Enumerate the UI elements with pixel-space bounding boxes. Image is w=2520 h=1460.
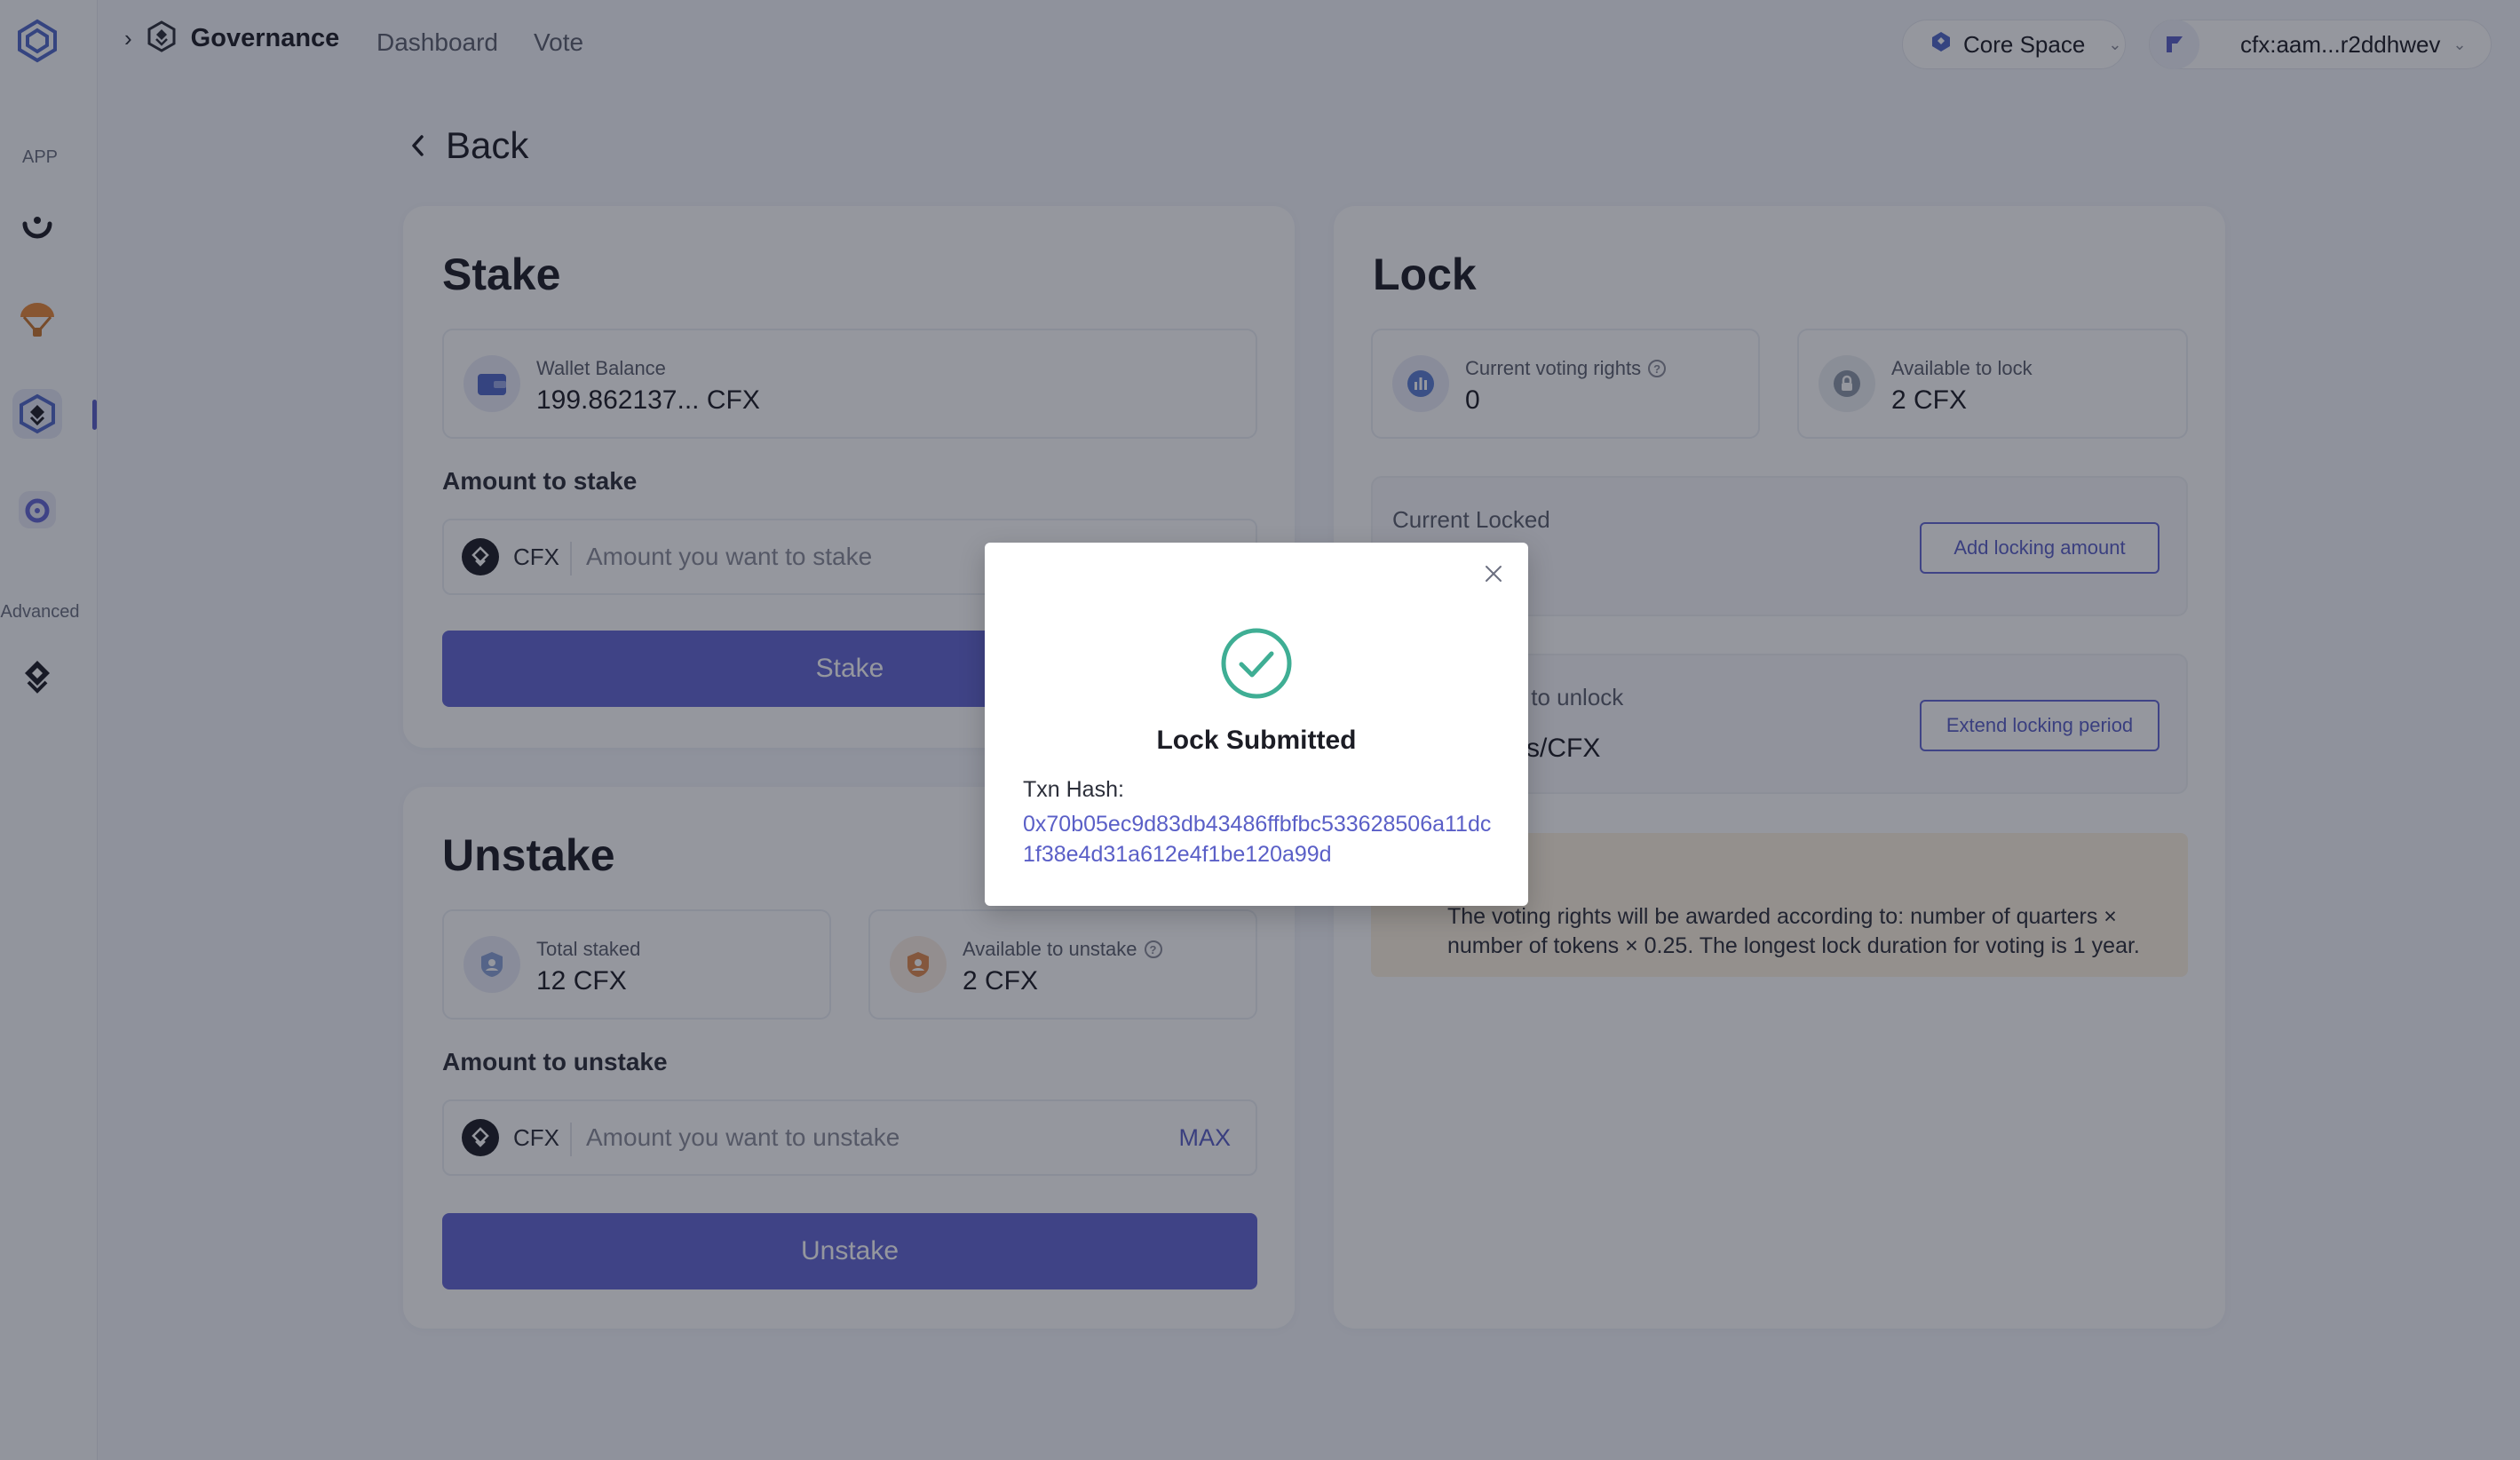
modal-title: Lock Submitted [1156, 726, 1357, 755]
check-circle-icon [1220, 627, 1293, 700]
txn-hash-label: Txn Hash: [1023, 777, 1124, 802]
txn-hash-link[interactable]: 0x70b05ec9d83db43486ffbfbc533628506a11dc… [1023, 809, 1502, 869]
close-icon[interactable] [1480, 560, 1507, 587]
lock-submitted-modal: Lock Submitted Txn Hash: 0x70b05ec9d83db… [985, 543, 1528, 906]
